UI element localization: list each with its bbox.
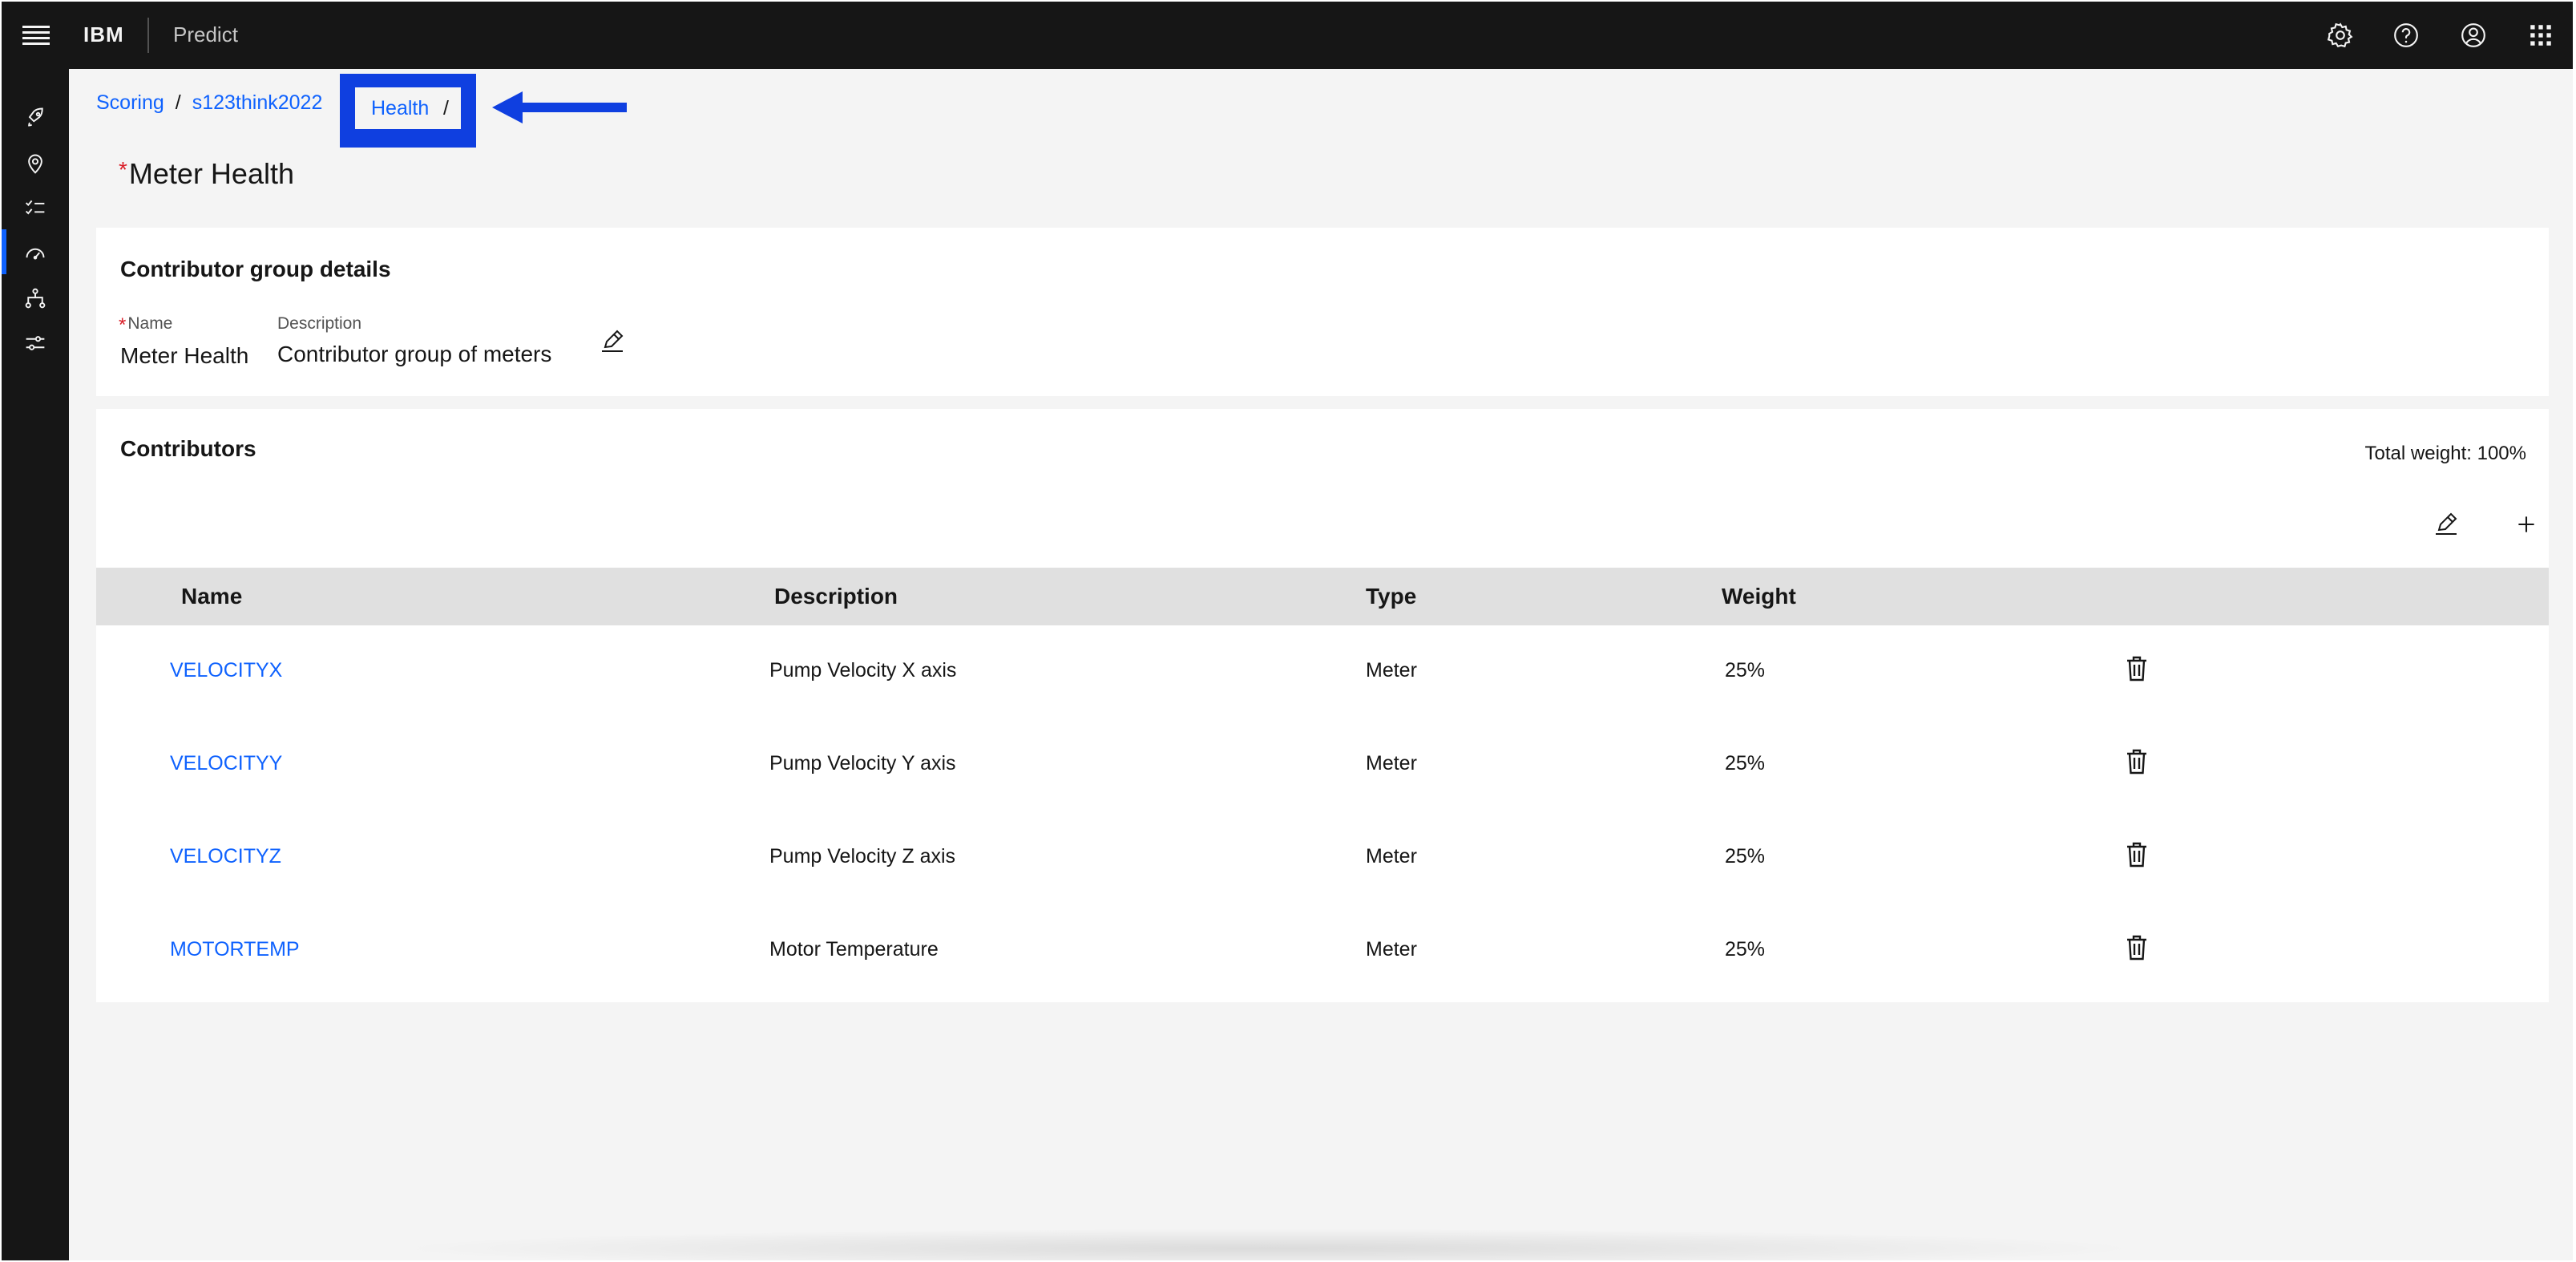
breadcrumb-health[interactable]: Health <box>371 97 429 120</box>
edit-icon <box>2436 512 2457 535</box>
page-title: *Meter Health <box>119 157 294 191</box>
breadcrumb-scoring[interactable]: Scoring <box>96 91 164 114</box>
required-indicator: * <box>119 314 127 336</box>
breadcrumb-s123think2022[interactable]: s123think2022 <box>192 91 323 114</box>
required-indicator: * <box>119 157 127 182</box>
contributor-description: Pump Velocity Z axis <box>769 845 956 868</box>
bottom-shadow <box>386 1228 2150 1260</box>
settings-icon[interactable] <box>2324 19 2356 51</box>
add-contributor-button[interactable] <box>2510 508 2542 540</box>
contributor-type: Meter <box>1366 938 1417 961</box>
edit-details-button[interactable] <box>596 326 628 358</box>
contributors-tile: Contributors Total weight: 100% Name Des… <box>96 409 2549 1002</box>
edit-contributors-button[interactable] <box>2430 508 2462 540</box>
contributor-weight: 25% <box>1725 938 1766 961</box>
add-icon <box>2518 516 2534 532</box>
app-frame: IBM Predict Scoring / s123think2022 Heal… <box>2 2 2573 1260</box>
header-divider <box>147 18 149 53</box>
contributor-type: Meter <box>1366 752 1417 775</box>
table-row: VELOCITYX Pump Velocity X axis Meter 25% <box>96 625 2549 720</box>
name-value: Meter Health <box>120 343 249 368</box>
table-row: VELOCITYZ Pump Velocity Z axis Meter 25% <box>96 811 2549 906</box>
delete-button[interactable] <box>2121 932 2153 964</box>
page-title-text: Meter Health <box>128 157 294 190</box>
rocket-icon[interactable] <box>19 101 51 133</box>
annotation-arrow-icon <box>492 91 628 127</box>
total-weight: Total weight: 100% <box>2364 443 2526 464</box>
annotation-highlight-box: Health / <box>340 74 476 148</box>
app-switcher-icon[interactable] <box>2525 19 2557 51</box>
contributor-type: Meter <box>1366 659 1417 682</box>
contributor-description: Pump Velocity X axis <box>769 659 957 682</box>
contributor-type: Meter <box>1366 845 1417 868</box>
contributor-description: Pump Velocity Y axis <box>769 752 956 775</box>
help-icon[interactable] <box>2390 19 2422 51</box>
description-label: Description <box>277 314 362 333</box>
column-header-name[interactable]: Name <box>181 584 242 609</box>
dashboard-gauge-icon[interactable] <box>19 237 51 269</box>
contributor-name-link[interactable]: VELOCITYX <box>170 659 282 682</box>
location-icon[interactable] <box>19 148 51 180</box>
description-value: Contributor group of meters <box>277 342 552 366</box>
name-label: *Name <box>119 314 172 337</box>
breadcrumb-separator: / <box>443 97 449 119</box>
delete-button[interactable] <box>2121 839 2153 871</box>
trash-icon <box>2127 935 2146 961</box>
contributor-weight: 25% <box>1725 659 1766 682</box>
hierarchy-icon[interactable] <box>19 282 51 314</box>
column-header-description[interactable]: Description <box>774 584 898 609</box>
table-row: VELOCITYY Pump Velocity Y axis Meter 25% <box>96 718 2549 813</box>
contributor-weight: 25% <box>1725 752 1766 775</box>
trash-icon <box>2127 842 2146 868</box>
highlight-inner: Health / <box>355 87 461 129</box>
sliders-icon[interactable] <box>19 327 51 359</box>
top-header: IBM Predict <box>2 2 2573 69</box>
group-details-title: Contributor group details <box>120 257 391 281</box>
name-label-text: Name <box>127 314 173 333</box>
contributors-title: Contributors <box>120 436 256 461</box>
column-header-type[interactable]: Type <box>1366 584 1416 609</box>
breadcrumb-separator: / <box>175 91 181 114</box>
brand-name[interactable]: IBM <box>83 22 124 47</box>
trash-icon <box>2127 656 2146 682</box>
column-header-weight[interactable]: Weight <box>1722 584 1796 609</box>
side-nav-active-indicator <box>2 229 6 274</box>
delete-button[interactable] <box>2121 653 2153 685</box>
contributor-description: Motor Temperature <box>769 938 939 961</box>
menu-icon[interactable] <box>22 26 50 45</box>
contributor-name-link[interactable]: VELOCITYZ <box>170 845 281 868</box>
checklist-icon[interactable] <box>19 192 51 224</box>
product-name[interactable]: Predict <box>173 22 238 47</box>
table-header: Name Description Type Weight <box>96 568 2549 625</box>
contributor-weight: 25% <box>1725 845 1766 868</box>
trash-icon <box>2127 749 2146 775</box>
group-details-tile: Contributor group details *Name Meter He… <box>96 228 2549 396</box>
contributor-name-link[interactable]: MOTORTEMP <box>170 938 300 961</box>
table-row: MOTORTEMP Motor Temperature Meter 25% <box>96 904 2549 997</box>
breadcrumb: Scoring / s123think2022 <box>96 91 322 115</box>
user-icon[interactable] <box>2457 19 2489 51</box>
contributor-name-link[interactable]: VELOCITYY <box>170 752 282 775</box>
edit-icon <box>602 330 624 352</box>
delete-button[interactable] <box>2121 746 2153 778</box>
side-nav <box>2 69 69 1260</box>
